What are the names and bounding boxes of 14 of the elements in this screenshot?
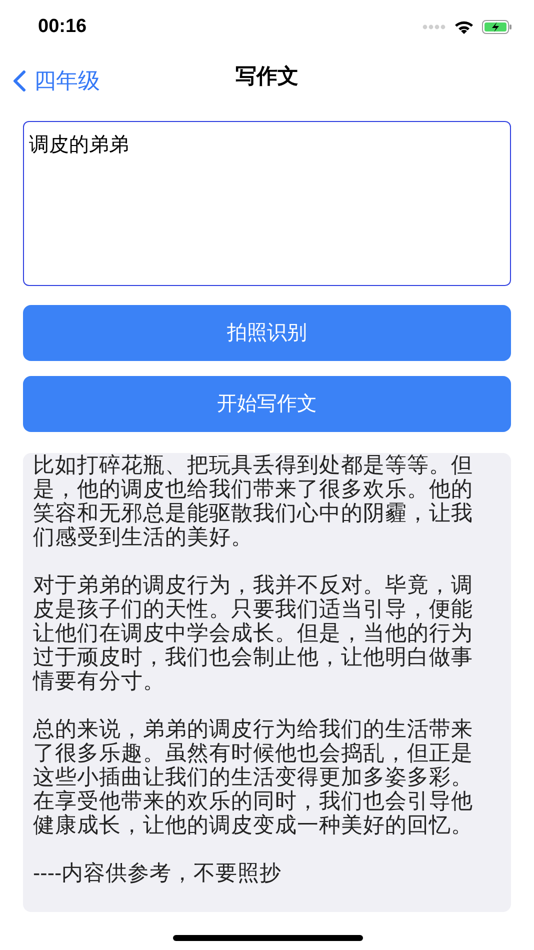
signal-icon [422, 24, 446, 30]
wifi-icon [454, 20, 474, 34]
essay-paragraph: 总的来说，弟弟的调皮行为给我们的生活带来了很多乐趣。虽然有时候他也会捣乱，但正是这些小插曲让我们的生活变得更加多姿多彩。在享受他带来的欢乐的同时，我们也会引导他健康成长，让他的调皮变成一种美好的回忆。 [33, 717, 474, 837]
topic-input-field[interactable]: 调皮的弟弟 [23, 121, 511, 286]
action-button[interactable]: 拍照识别 [23, 305, 511, 361]
back-button[interactable]: 四年级 [12, 64, 100, 97]
back-chevron-icon [12, 70, 26, 92]
action-button[interactable]: 开始写作文 [23, 376, 511, 432]
essay-paragraph: ----内容供参考，不要照抄 [33, 861, 283, 885]
essay-paragraph: 对于弟弟的调皮行为，我并不反对。毕竟，调皮是孩子们的天性。只要我们适当引导，便能让他们在调皮中学会成长。但是，当他的行为过于顽皮时，我们也会制止他，让他明白做事情要有分寸。 [33, 573, 474, 693]
essay-paragraph: 比如打碎花瓶、把玩具丢得到处都是等等。但是，他的调皮也给我们带来了很多欢乐。他的笑容和无邪总是能驱散我们心中的阴霾，让我们感受到生活的美好。 [33, 453, 474, 549]
battery-charging-icon [482, 20, 512, 34]
status-time: 00:16 [38, 14, 87, 39]
screen-title: 写作文 [236, 64, 298, 90]
